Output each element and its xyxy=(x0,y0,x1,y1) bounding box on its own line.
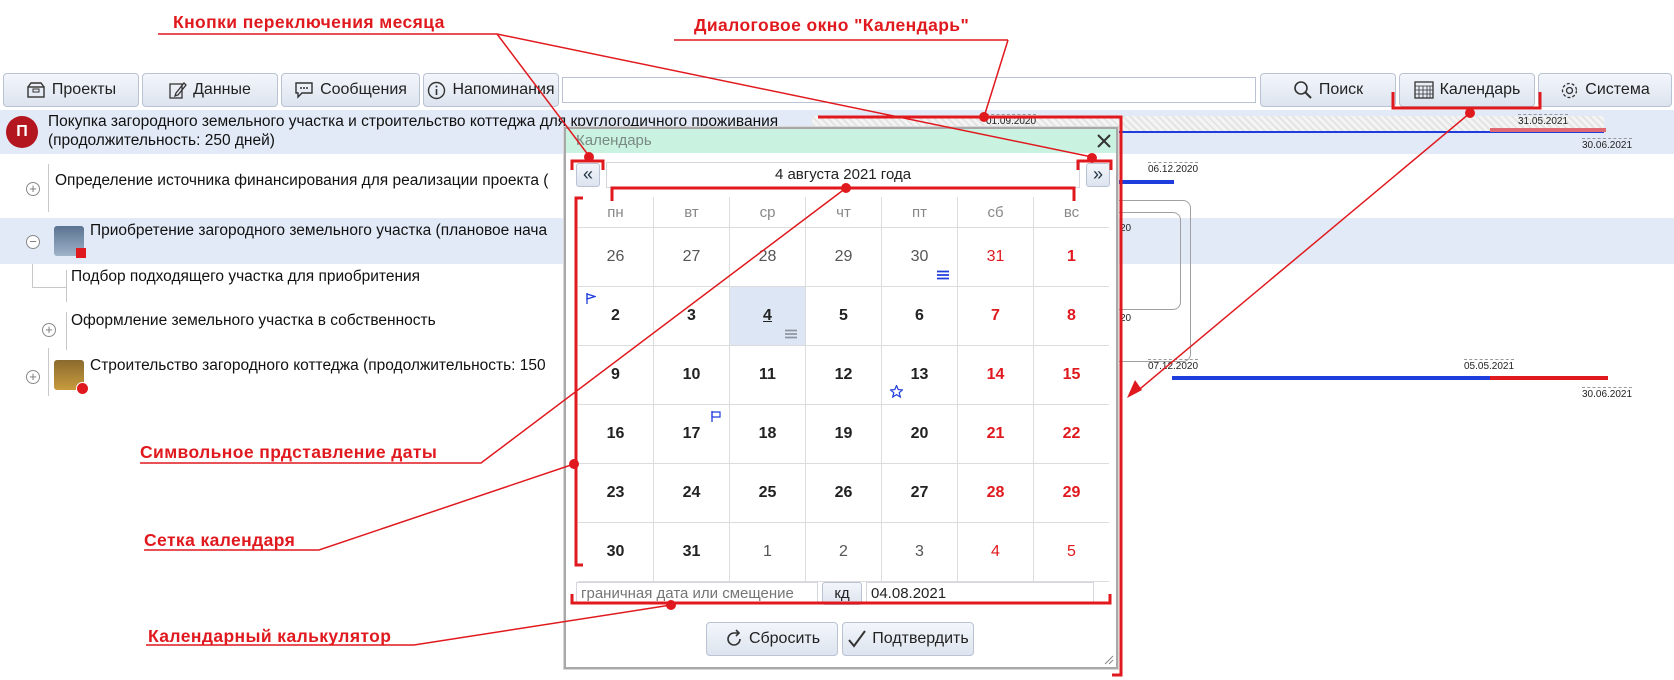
annotation-grid: Сетка календаря xyxy=(144,530,296,550)
annotation-date-text: Символьное прдставление даты xyxy=(140,442,438,462)
annotation-overlay xyxy=(140,33,1542,677)
annotation-dialog-window: Диалоговое окно "Календарь" xyxy=(694,15,970,35)
annotation-month-buttons: Кнопки переключения месяца xyxy=(173,12,445,32)
annotation-calculator: Календарный калькулятор xyxy=(148,626,392,646)
